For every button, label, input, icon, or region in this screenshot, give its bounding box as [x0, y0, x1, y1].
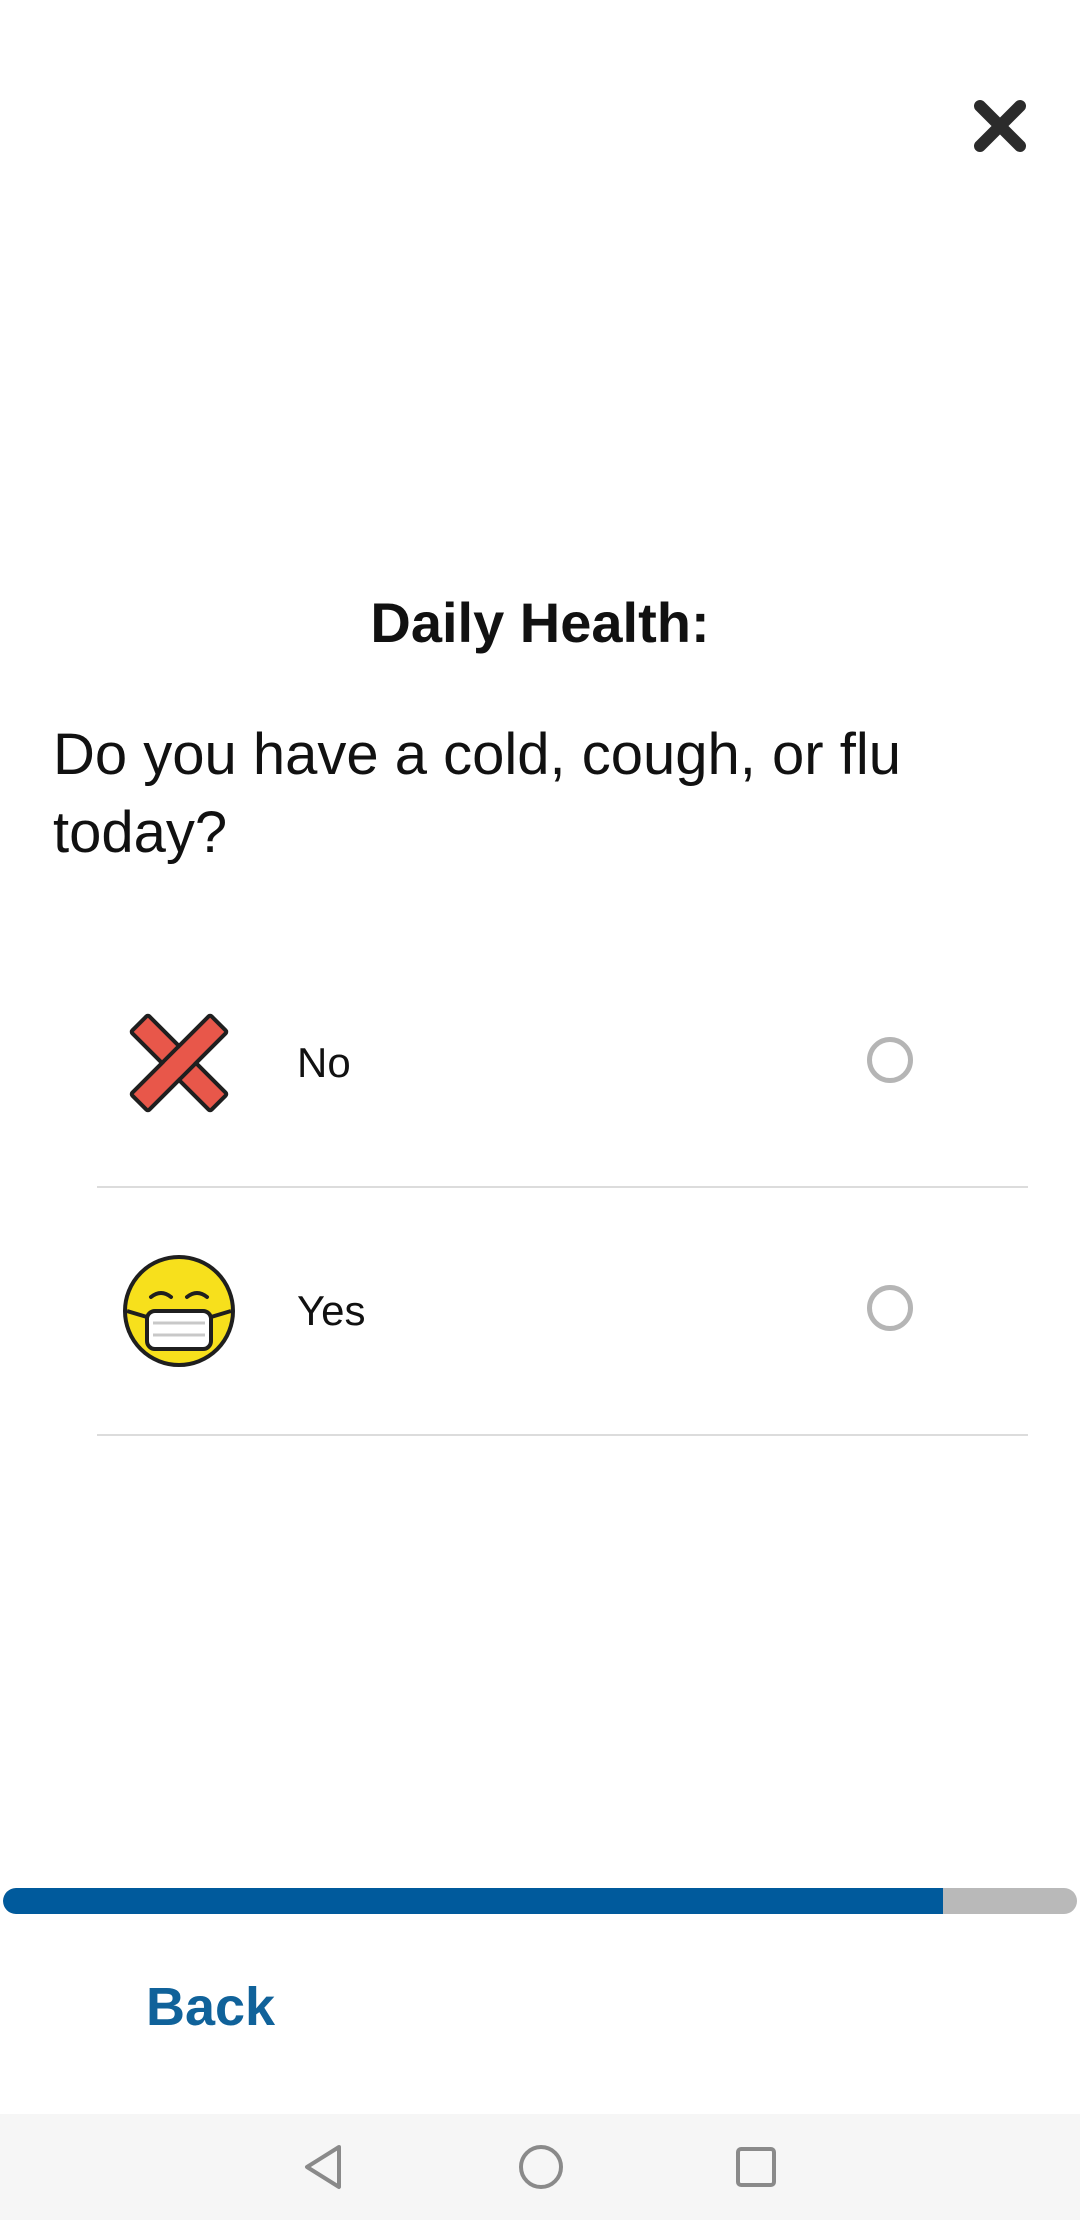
nav-recents-button[interactable]: [723, 2134, 789, 2200]
nav-back-icon: [305, 2145, 341, 2189]
option-no[interactable]: No: [97, 940, 1028, 1188]
nav-home-button[interactable]: [508, 2134, 574, 2200]
nav-back-button[interactable]: [290, 2134, 356, 2200]
question-text: Do you have a cold, cough, or flu today?: [53, 722, 901, 865]
option-label-no: No: [297, 1039, 351, 1086]
close-icon: [974, 100, 1026, 152]
section-title: Daily Health:: [370, 591, 710, 654]
option-yes[interactable]: Yes: [97, 1188, 1028, 1436]
nav-recents-icon: [736, 2147, 776, 2187]
progress-fill: [3, 1888, 943, 1914]
radio-no[interactable]: [867, 1037, 913, 1083]
face-with-mask-icon: [123, 1255, 235, 1367]
red-x-icon: [129, 1013, 229, 1113]
close-button[interactable]: [962, 88, 1038, 164]
nav-home-icon: [519, 2145, 563, 2189]
radio-yes[interactable]: [867, 1285, 913, 1331]
system-nav-bar: [0, 2114, 1080, 2220]
back-button[interactable]: Back: [146, 1976, 275, 2038]
progress-bar: [3, 1888, 1077, 1914]
option-label-yes: Yes: [297, 1287, 366, 1334]
